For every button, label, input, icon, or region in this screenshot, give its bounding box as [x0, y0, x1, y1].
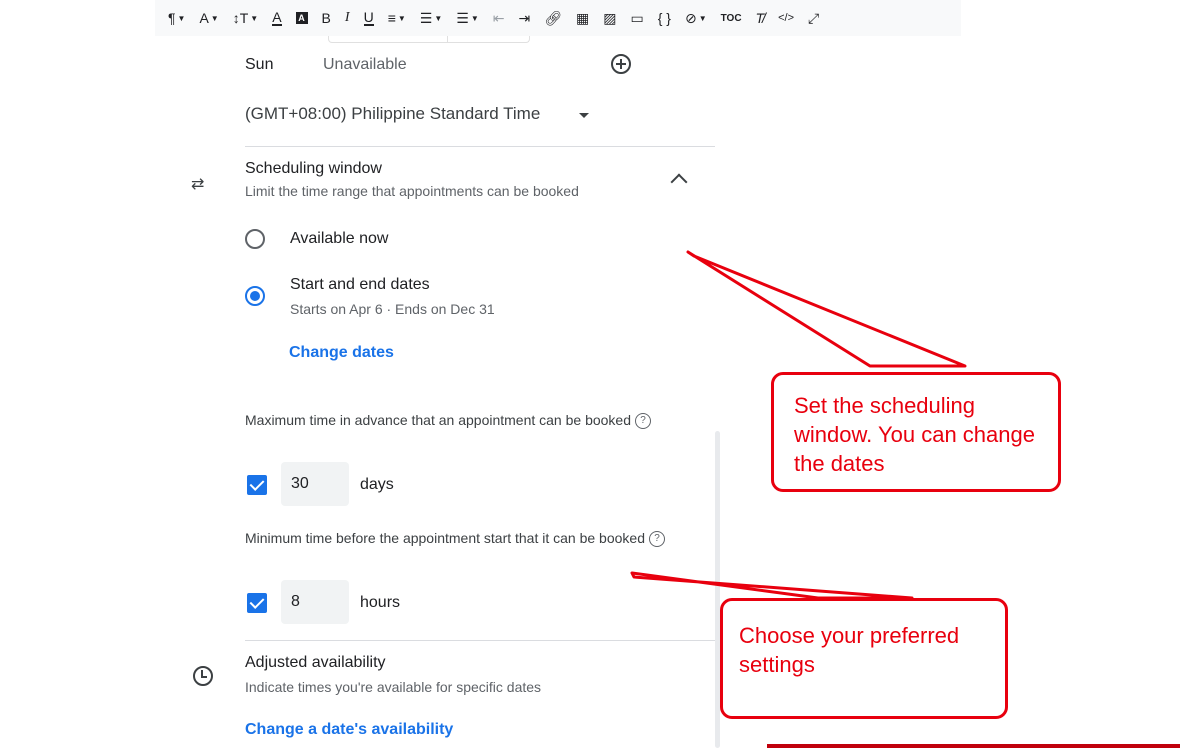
- bottom-edge-bar: [767, 744, 1180, 748]
- arrow-to-settings: [630, 571, 914, 600]
- arrow-to-scheduling-window: [686, 250, 967, 368]
- annotation-callout-scheduling: Set the scheduling window. You can chang…: [771, 372, 1061, 492]
- annotation-callout-settings: Choose your preferred settings: [720, 598, 1008, 719]
